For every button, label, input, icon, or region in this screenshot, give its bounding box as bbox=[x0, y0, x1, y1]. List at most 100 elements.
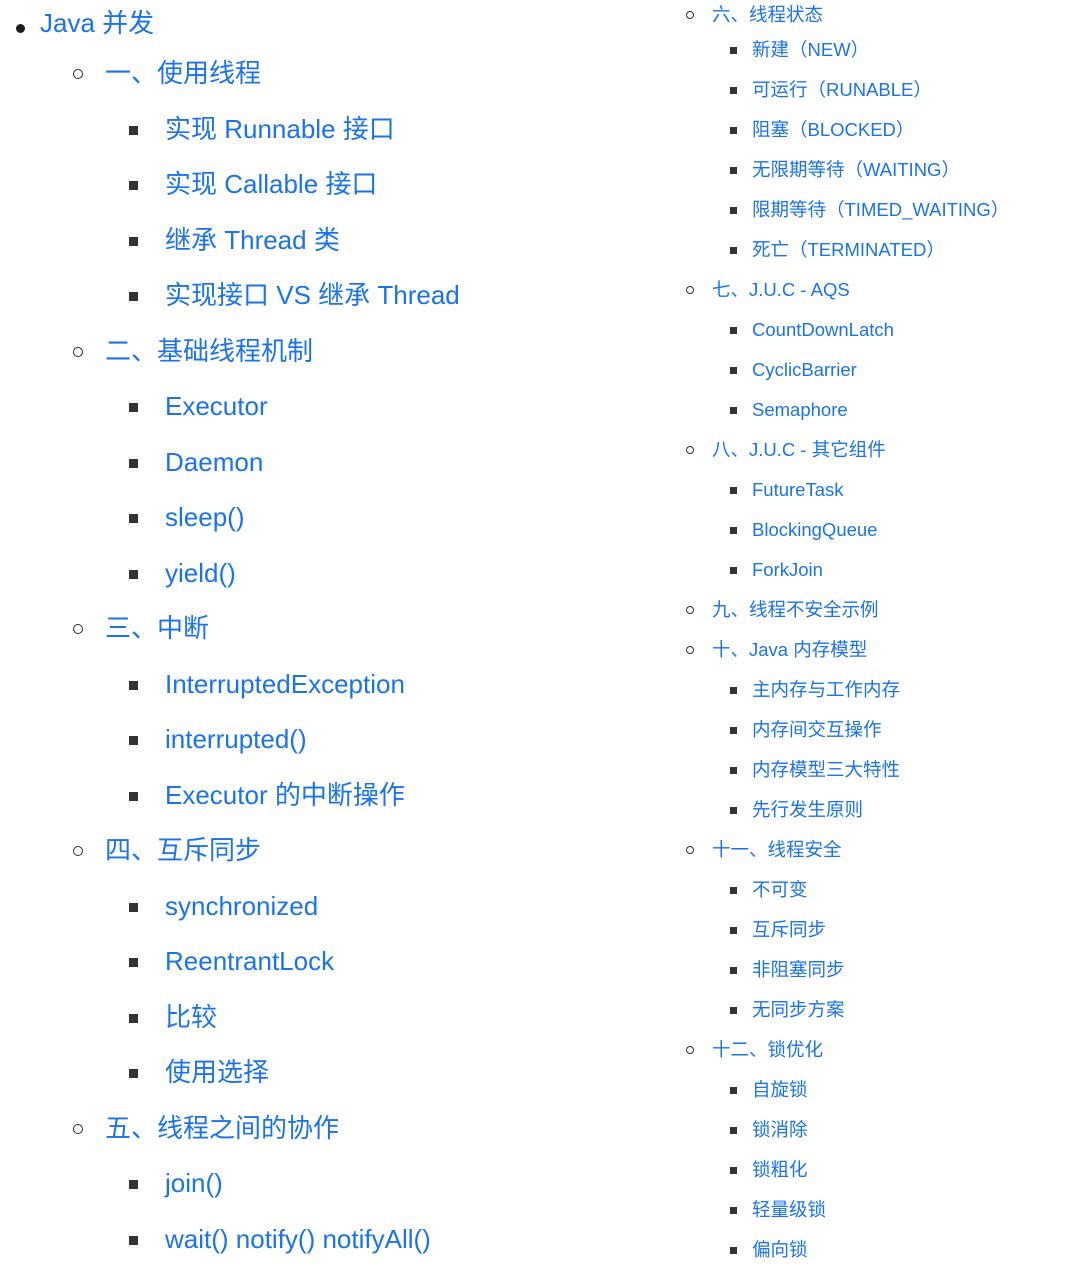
toc-item-十二-锁优化[interactable]: 十二、锁优化 bbox=[660, 1030, 1080, 1070]
toc-item-五-线程之间的协作[interactable]: 五、线程之间的协作 bbox=[0, 1101, 660, 1157]
toc-link-label[interactable]: 二、基础线程机制 bbox=[0, 324, 313, 380]
toc-link-label[interactable]: 比较 bbox=[0, 990, 217, 1046]
toc-link-label[interactable]: 继承 Thread 类 bbox=[0, 213, 340, 269]
toc-link-label[interactable]: interrupted() bbox=[0, 712, 307, 768]
toc-item-死亡terminated[interactable]: 死亡（TERMINATED） bbox=[660, 230, 1080, 270]
toc-item-偏向锁[interactable]: 偏向锁 bbox=[660, 1230, 1080, 1270]
toc-link-label[interactable]: 轻量级锁 bbox=[660, 1190, 826, 1230]
toc-link-label[interactable]: synchronized bbox=[0, 879, 318, 935]
toc-item-主内存与工作内存[interactable]: 主内存与工作内存 bbox=[660, 670, 1080, 710]
toc-item-七-juc-aqs[interactable]: 七、J.U.C - AQS bbox=[660, 270, 1080, 310]
toc-item-无限期等待waiting[interactable]: 无限期等待（WAITING） bbox=[660, 150, 1080, 190]
toc-link-label[interactable]: 阻塞（BLOCKED） bbox=[660, 110, 914, 150]
toc-link-label[interactable]: 一、使用线程 bbox=[0, 46, 261, 102]
toc-item-实现-callable-接口[interactable]: 实现 Callable 接口 bbox=[0, 157, 660, 213]
toc-item-interruptedexception[interactable]: InterruptedException bbox=[0, 657, 660, 713]
toc-item-reentrantlock[interactable]: ReentrantLock bbox=[0, 934, 660, 990]
toc-link-label[interactable]: 实现 Callable 接口 bbox=[0, 157, 377, 213]
toc-item-interrupted[interactable]: interrupted() bbox=[0, 712, 660, 768]
toc-item-wait-notify-notifyall[interactable]: wait() notify() notifyAll() bbox=[0, 1212, 660, 1268]
toc-item-新建new[interactable]: 新建（NEW） bbox=[660, 30, 1080, 70]
toc-item-executor[interactable]: Executor bbox=[0, 379, 660, 435]
toc-item-join[interactable]: join() bbox=[0, 1156, 660, 1212]
toc-item-semaphore[interactable]: Semaphore bbox=[660, 390, 1080, 430]
toc-item-blockingqueue[interactable]: BlockingQueue bbox=[660, 510, 1080, 550]
toc-link-label[interactable]: CyclicBarrier bbox=[660, 350, 857, 390]
toc-link-label[interactable]: 实现接口 VS 继承 Thread bbox=[0, 268, 460, 324]
toc-link-label[interactable]: 主内存与工作内存 bbox=[660, 670, 900, 710]
toc-link-label[interactable]: 互斥同步 bbox=[660, 910, 826, 950]
toc-item-八-juc-其它组件[interactable]: 八、J.U.C - 其它组件 bbox=[660, 430, 1080, 470]
toc-link-label[interactable]: 十三、多线程开发良好的实践 bbox=[660, 1270, 953, 1278]
toc-link-label[interactable]: 十二、锁优化 bbox=[660, 1030, 823, 1070]
toc-link-label[interactable]: 可运行（RUNABLE） bbox=[660, 70, 932, 110]
toc-link-label[interactable]: 非阻塞同步 bbox=[660, 950, 845, 990]
toc-link-label[interactable]: Executor 的中断操作 bbox=[0, 768, 405, 824]
toc-item-futuretask[interactable]: FutureTask bbox=[660, 470, 1080, 510]
toc-link-label[interactable]: Java 并发 bbox=[0, 0, 154, 46]
toc-link-label[interactable]: 内存模型三大特性 bbox=[660, 750, 900, 790]
toc-link-label[interactable]: await() signal() signalAll() bbox=[0, 1267, 457, 1278]
toc-item-await-signal-signalall[interactable]: await() signal() signalAll() bbox=[0, 1267, 660, 1278]
toc-item-java-并发[interactable]: Java 并发 bbox=[0, 0, 660, 46]
toc-item-yield[interactable]: yield() bbox=[0, 546, 660, 602]
toc-item-不可变[interactable]: 不可变 bbox=[660, 870, 1080, 910]
toc-link-label[interactable]: Semaphore bbox=[660, 390, 848, 430]
toc-link-label[interactable]: 无同步方案 bbox=[660, 990, 845, 1030]
toc-item-十一-线程安全[interactable]: 十一、线程安全 bbox=[660, 830, 1080, 870]
toc-item-synchronized[interactable]: synchronized bbox=[0, 879, 660, 935]
toc-item-六-线程状态[interactable]: 六、线程状态 bbox=[660, 0, 1080, 30]
toc-link-label[interactable]: sleep() bbox=[0, 490, 244, 546]
toc-item-countdownlatch[interactable]: CountDownLatch bbox=[660, 310, 1080, 350]
toc-link-label[interactable]: 先行发生原则 bbox=[660, 790, 863, 830]
toc-item-可运行runable[interactable]: 可运行（RUNABLE） bbox=[660, 70, 1080, 110]
toc-item-使用选择[interactable]: 使用选择 bbox=[0, 1045, 660, 1101]
toc-item-四-互斥同步[interactable]: 四、互斥同步 bbox=[0, 823, 660, 879]
toc-item-轻量级锁[interactable]: 轻量级锁 bbox=[660, 1190, 1080, 1230]
toc-item-executor-的中断操作[interactable]: Executor 的中断操作 bbox=[0, 768, 660, 824]
toc-item-继承-thread-类[interactable]: 继承 Thread 类 bbox=[0, 213, 660, 269]
toc-link-label[interactable]: FutureTask bbox=[660, 470, 844, 510]
toc-link-label[interactable]: CountDownLatch bbox=[660, 310, 894, 350]
toc-item-九-线程不安全示例[interactable]: 九、线程不安全示例 bbox=[660, 590, 1080, 630]
toc-link-label[interactable]: 三、中断 bbox=[0, 601, 209, 657]
toc-item-一-使用线程[interactable]: 一、使用线程 bbox=[0, 46, 660, 102]
toc-item-锁消除[interactable]: 锁消除 bbox=[660, 1110, 1080, 1150]
toc-link-label[interactable]: 新建（NEW） bbox=[660, 30, 869, 70]
toc-item-二-基础线程机制[interactable]: 二、基础线程机制 bbox=[0, 324, 660, 380]
toc-item-内存间交互操作[interactable]: 内存间交互操作 bbox=[660, 710, 1080, 750]
toc-item-先行发生原则[interactable]: 先行发生原则 bbox=[660, 790, 1080, 830]
toc-item-十-java-内存模型[interactable]: 十、Java 内存模型 bbox=[660, 630, 1080, 670]
toc-item-十三-多线程开发良好的实践[interactable]: 十三、多线程开发良好的实践 bbox=[660, 1270, 1080, 1278]
toc-item-实现接口-vs-继承-thread[interactable]: 实现接口 VS 继承 Thread bbox=[0, 268, 660, 324]
toc-link-label[interactable]: 五、线程之间的协作 bbox=[0, 1101, 339, 1157]
toc-link-label[interactable]: BlockingQueue bbox=[660, 510, 877, 550]
toc-link-label[interactable]: ReentrantLock bbox=[0, 934, 334, 990]
toc-item-内存模型三大特性[interactable]: 内存模型三大特性 bbox=[660, 750, 1080, 790]
toc-item-自旋锁[interactable]: 自旋锁 bbox=[660, 1070, 1080, 1110]
toc-item-sleep[interactable]: sleep() bbox=[0, 490, 660, 546]
toc-link-label[interactable]: 六、线程状态 bbox=[660, 0, 823, 30]
toc-link-label[interactable]: 死亡（TERMINATED） bbox=[660, 230, 945, 270]
toc-item-cyclicbarrier[interactable]: CyclicBarrier bbox=[660, 350, 1080, 390]
toc-item-无同步方案[interactable]: 无同步方案 bbox=[660, 990, 1080, 1030]
toc-item-三-中断[interactable]: 三、中断 bbox=[0, 601, 660, 657]
toc-link-label[interactable]: 限期等待（TIMED_WAITING） bbox=[660, 190, 1009, 230]
toc-link-label[interactable]: join() bbox=[0, 1156, 223, 1212]
toc-item-比较[interactable]: 比较 bbox=[0, 990, 660, 1046]
toc-link-label[interactable]: 四、互斥同步 bbox=[0, 823, 261, 879]
toc-item-forkjoin[interactable]: ForkJoin bbox=[660, 550, 1080, 590]
toc-item-阻塞blocked[interactable]: 阻塞（BLOCKED） bbox=[660, 110, 1080, 150]
toc-link-label[interactable]: InterruptedException bbox=[0, 657, 405, 713]
toc-link-label[interactable]: 无限期等待（WAITING） bbox=[660, 150, 960, 190]
toc-link-label[interactable]: wait() notify() notifyAll() bbox=[0, 1212, 431, 1268]
toc-link-label[interactable]: ForkJoin bbox=[660, 550, 823, 590]
toc-item-锁粗化[interactable]: 锁粗化 bbox=[660, 1150, 1080, 1190]
toc-item-非阻塞同步[interactable]: 非阻塞同步 bbox=[660, 950, 1080, 990]
toc-item-daemon[interactable]: Daemon bbox=[0, 435, 660, 491]
toc-link-label[interactable]: 实现 Runnable 接口 bbox=[0, 102, 395, 158]
toc-link-label[interactable]: yield() bbox=[0, 546, 236, 602]
toc-item-互斥同步[interactable]: 互斥同步 bbox=[660, 910, 1080, 950]
toc-link-label[interactable]: 内存间交互操作 bbox=[660, 710, 882, 750]
toc-item-限期等待timed-waiting[interactable]: 限期等待（TIMED_WAITING） bbox=[660, 190, 1080, 230]
